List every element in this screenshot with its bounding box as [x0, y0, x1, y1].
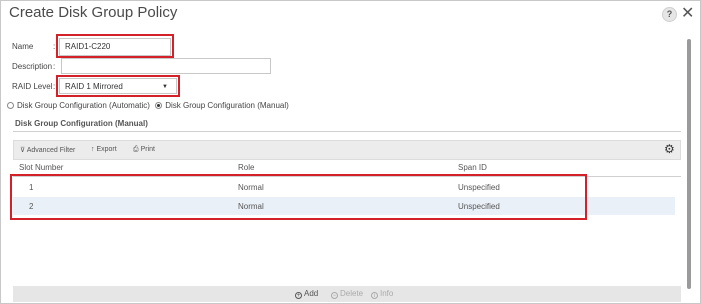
radio-selected-icon [155, 102, 163, 109]
description-field[interactable] [61, 58, 271, 74]
radio-option-automatic[interactable]: Disk Group Configuration (Automatic) [7, 101, 152, 110]
gear-icon[interactable]: ⚙ [664, 142, 675, 156]
section-divider [13, 131, 681, 132]
help-icon[interactable]: ? [662, 7, 677, 22]
raid-level-label: RAID Level [12, 82, 53, 91]
delete-button[interactable]: − Delete [331, 289, 363, 299]
export-label: Export [96, 146, 117, 153]
description-colon: : [53, 62, 56, 71]
create-disk-group-policy-dialog: Create Disk Group Policy ? ✕ Name : RAID… [0, 0, 701, 304]
table-footer: + Add − Delete i Info [13, 286, 681, 302]
print-icon: ⎙ [133, 146, 139, 153]
radio-icon [7, 102, 14, 109]
name-colon: : [53, 42, 56, 51]
close-icon[interactable]: ✕ [681, 3, 694, 23]
radio-label-manual: Disk Group Configuration (Manual) [165, 101, 289, 110]
export-icon: ↑ [91, 146, 95, 153]
name-highlight [56, 34, 174, 58]
print-label: Print [140, 146, 155, 153]
radio-option-manual[interactable]: Disk Group Configuration (Manual) [155, 101, 289, 110]
table-toolbar: ⊽ Advanced Filter ↑ Export ⎙ Print ⚙ [13, 140, 681, 160]
section-title: Disk Group Configuration (Manual) [15, 119, 148, 128]
plus-icon: + [295, 292, 302, 299]
export-button[interactable]: ↑ Export [91, 146, 117, 153]
raid-level-colon: : [53, 82, 56, 91]
add-button[interactable]: + Add [295, 289, 318, 299]
minus-icon: − [331, 292, 338, 299]
name-label: Name [12, 42, 34, 51]
description-label: Description [12, 62, 53, 71]
column-header-role[interactable]: Role [238, 163, 254, 172]
info-label: Info [380, 289, 394, 298]
advanced-filter-label: Advanced Filter [26, 147, 76, 154]
vertical-scrollbar[interactable] [687, 39, 691, 289]
filter-icon: ⊽ [20, 147, 26, 154]
raid-level-highlight [56, 75, 180, 97]
radio-label-automatic: Disk Group Configuration (Automatic) [17, 101, 150, 110]
delete-label: Delete [340, 289, 364, 298]
advanced-filter-button[interactable]: ⊽ Advanced Filter [20, 146, 75, 154]
dialog-title: Create Disk Group Policy [9, 4, 178, 21]
disk-group-config-radio-group: Disk Group Configuration (Automatic) Dis… [7, 101, 289, 110]
column-header-span-id[interactable]: Span ID [458, 163, 487, 172]
print-button[interactable]: ⎙ Print [133, 146, 155, 154]
column-header-slot-number[interactable]: Slot Number [19, 163, 63, 172]
info-icon: i [371, 292, 378, 299]
info-button[interactable]: i Info [371, 289, 393, 299]
table-rows-highlight [10, 174, 587, 220]
add-label: Add [304, 289, 319, 298]
